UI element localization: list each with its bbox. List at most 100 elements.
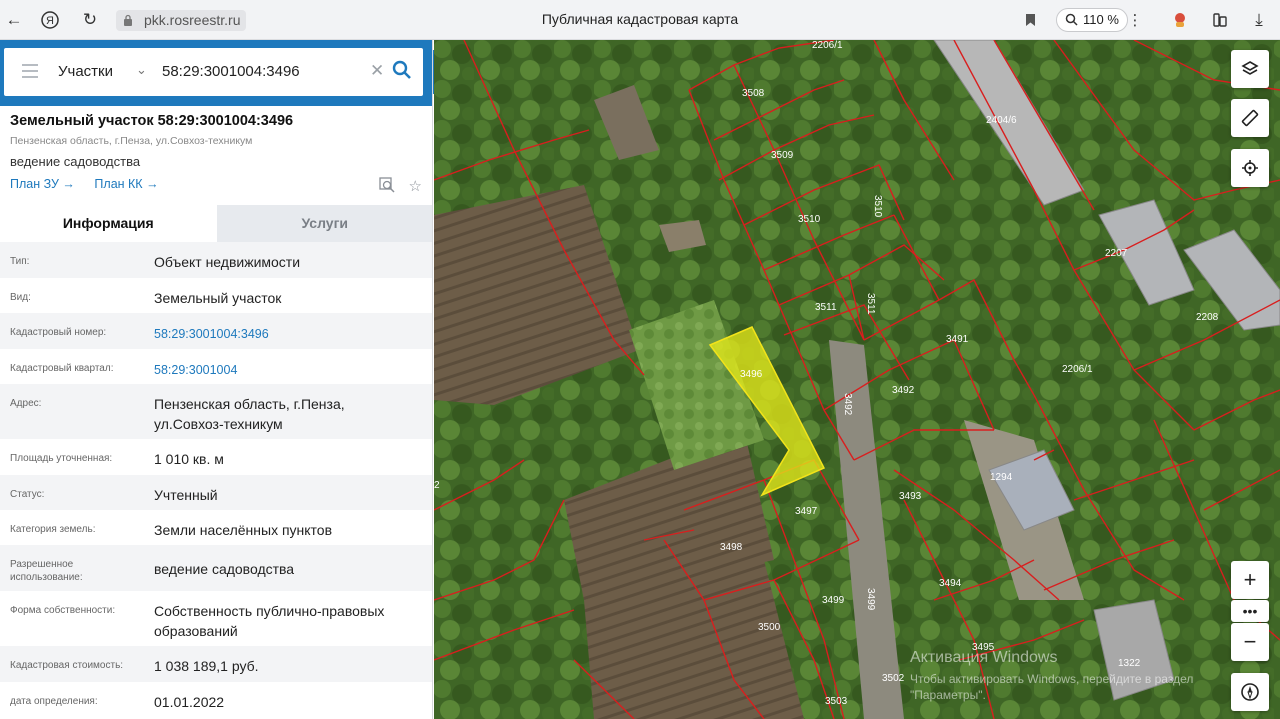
parcel-label: 3510 (798, 214, 821, 225)
row-key: Вид: (10, 292, 31, 303)
yandex-icon[interactable]: Я (38, 8, 62, 32)
parcel-label: 3492 (892, 385, 915, 396)
parcel-label: 2206/1 (812, 40, 843, 51)
menu-icon[interactable] (22, 64, 38, 78)
parcel-label: 3492 (842, 393, 853, 416)
row-value: Объект недвижимости (154, 254, 301, 270)
zoom-icon (1065, 13, 1078, 26)
parcel-label: 3503 (825, 696, 848, 707)
parcel-label: 3502 (882, 673, 905, 684)
parcel-label: 3493 (899, 491, 922, 502)
table-row: Кадастровый квартал: 58:29:3001004 (0, 349, 432, 384)
row-key: Форма собственности: (10, 605, 116, 616)
ruler-button[interactable] (1231, 99, 1269, 137)
compass-icon (1241, 683, 1259, 701)
table-row: Адрес: Пензенская область, г.Пенза, ул.С… (0, 384, 432, 439)
row-value: Земли населённых пунктов (154, 522, 333, 538)
tab-info[interactable]: Информация (0, 205, 217, 242)
table-row: Площадь уточненная: 1 010 кв. м (0, 439, 432, 475)
parcel-label: 1322 (1118, 658, 1141, 669)
parcel-label: 3510 (872, 195, 883, 218)
row-value: Собственность публично-правовых образова… (154, 603, 385, 639)
parcel-label: 2404/6 (986, 115, 1017, 126)
page-title: Публичная кадастровая карта (541, 11, 739, 27)
table-row: дата определения: 01.01.2022 (0, 682, 432, 718)
details-table: Тип: Объект недвижимости Вид: Земельный … (0, 242, 432, 718)
parcel-label: 3509 (771, 150, 794, 161)
row-key: Статус: (10, 489, 45, 500)
map-view[interactable]: 2206/1 3508 3509 3510 3510 2404/6 2207 2… (434, 40, 1280, 719)
parcel-label: 3494 (939, 578, 962, 589)
parcel-title: Земельный участок 58:29:3001004:3496 (10, 113, 294, 129)
parcel-label: 3497 (795, 506, 818, 517)
parcel-label: 3491 (946, 334, 969, 345)
satellite-map[interactable]: 2206/1 3508 3509 3510 3510 2404/6 2207 2… (434, 40, 1280, 719)
search-input[interactable]: 58:29:3001004:3496 (162, 63, 300, 80)
parcel-label: 3499 (822, 595, 845, 606)
search-type-select[interactable]: Участки (58, 63, 113, 80)
crosshair-icon (1242, 160, 1258, 176)
zoom-to-icon[interactable] (378, 177, 395, 193)
zoom-in-button[interactable]: + (1231, 561, 1269, 599)
plan-kk-link[interactable]: План КК → (94, 177, 158, 191)
table-row: Разрешенное использование: ведение садов… (0, 545, 432, 591)
row-value: Земельный участок (154, 290, 282, 306)
more-controls-icon[interactable]: ••• (1231, 600, 1269, 622)
table-row: Форма собственности: Собственность публи… (0, 591, 432, 646)
zoom-indicator[interactable]: 110 % (1056, 8, 1128, 32)
table-row: Категория земель: Земли населённых пункт… (0, 510, 432, 545)
parcel-header: Земельный участок 58:29:3001004:3496 Пен… (10, 113, 425, 191)
tab-services[interactable]: Услуги (216, 205, 432, 242)
table-row: Кадастровая стоимость: 1 038 189,1 руб. (0, 646, 432, 682)
parcel-label: 1294 (990, 472, 1013, 483)
layers-button[interactable] (1231, 50, 1269, 88)
windows-activation-title: Активация Windows (910, 649, 1058, 666)
clear-icon[interactable]: ✕ (370, 61, 384, 81)
back-icon[interactable]: ← (2, 8, 26, 32)
parcel-label: 3511 (865, 293, 876, 315)
download-icon[interactable]: ⤓ (1247, 8, 1271, 32)
row-value: 1 010 кв. м (154, 451, 224, 467)
row-key: Адрес: (10, 398, 42, 409)
row-key: Разрешенное использование: (10, 559, 83, 583)
reload-icon[interactable]: ↻ (78, 8, 102, 32)
table-row: Статус: Учтенный (0, 475, 432, 510)
address-bar[interactable]: pkk.rosreestr.ru (116, 10, 247, 31)
lock-icon (124, 14, 132, 26)
cadastral-number-link[interactable]: 58:29:3001004:3496 (154, 324, 424, 344)
row-key: Кадастровый квартал: (10, 363, 114, 374)
more-icon[interactable]: ⋮ (1123, 8, 1147, 32)
extensions-icon[interactable] (1208, 8, 1232, 32)
search-bar: Участки ⌄ 58:29:3001004:3496 ✕ (0, 40, 432, 106)
favorite-icon[interactable]: ☆ (409, 177, 422, 195)
row-key: Категория земель: (10, 524, 96, 535)
chevron-down-icon[interactable]: ⌄ (136, 62, 147, 78)
row-key: Кадастровый номер: (10, 327, 107, 338)
extension-icon[interactable] (1168, 8, 1192, 32)
row-value: 01.01.2022 (154, 694, 225, 710)
parcel-label: 2208 (1196, 312, 1219, 323)
bookmark-icon[interactable] (1018, 8, 1042, 32)
table-row: Кадастровый номер: 58:29:3001004:3496 (0, 313, 432, 349)
zoom-out-button[interactable]: − (1231, 623, 1269, 661)
browser-toolbar: ← Я ↻ pkk.rosreestr.ru Публичная кадастр… (0, 0, 1280, 40)
zoom-value: 110 % (1083, 12, 1119, 27)
row-key: дата определения: (10, 696, 98, 707)
parcel-label: 3499 (865, 588, 876, 611)
parcel-label: 3511 (815, 302, 837, 313)
parcel-label: 3496 (740, 369, 763, 380)
layers-icon (1241, 61, 1259, 75)
ruler-icon (1241, 109, 1259, 127)
cadastral-quarter-link[interactable]: 58:29:3001004 (154, 360, 424, 380)
table-row: Вид: Земельный участок (0, 278, 432, 313)
row-value: 1 038 189,1 руб. (154, 658, 259, 674)
search-icon[interactable] (392, 60, 412, 80)
parcel-address: Пензенская область, г.Пенза, ул.Совхоз-т… (10, 135, 253, 147)
plan-zu-link[interactable]: План ЗУ → (10, 177, 75, 191)
locate-button[interactable] (1231, 149, 1269, 187)
search-box: Участки ⌄ 58:29:3001004:3496 ✕ (4, 48, 423, 96)
info-panel: Участки ⌄ 58:29:3001004:3496 ✕ Земельный… (0, 40, 433, 719)
parcel-label: 2 (434, 480, 440, 491)
row-value: ведение садоводства (154, 561, 295, 577)
row-value: Пензенская область, г.Пенза, ул.Совхоз-т… (154, 396, 345, 432)
